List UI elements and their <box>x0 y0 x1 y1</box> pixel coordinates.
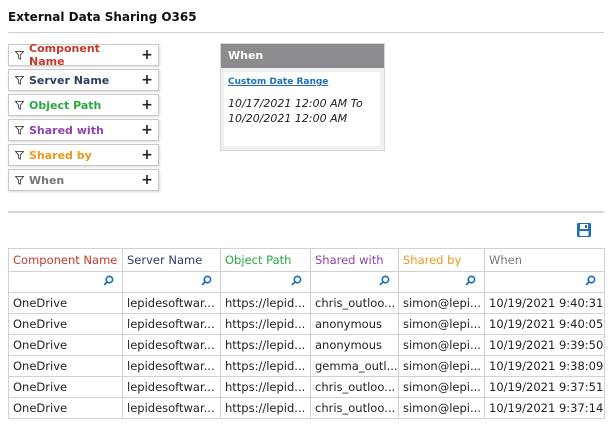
add-filter-button[interactable]: + <box>136 122 158 138</box>
add-filter-button[interactable]: + <box>136 97 158 113</box>
column-header-shared-with[interactable]: Shared with <box>310 248 399 272</box>
filter-label: Component Name <box>29 42 100 68</box>
table-header-row: Component Name Server Name Object Path S… <box>8 248 605 272</box>
cell-shared-by: simon@lepi... <box>398 334 485 356</box>
filter-label: When <box>29 173 65 187</box>
search-icon[interactable] <box>291 275 302 289</box>
save-icon[interactable] <box>576 222 592 238</box>
date-range-text: 10/17/2021 12:00 AM To 10/20/2021 12:00 … <box>228 96 363 126</box>
filter-when[interactable]: When + <box>8 169 159 191</box>
funnel-icon <box>9 150 29 160</box>
filter-shared-by[interactable]: Shared by + <box>8 144 159 166</box>
filter-shared-with[interactable]: Shared with + <box>8 119 159 141</box>
column-search-cell[interactable] <box>122 271 221 293</box>
cell-component-name: OneDrive <box>8 292 123 314</box>
funnel-icon <box>9 75 29 85</box>
date-range-start: 10/17/2021 12:00 AM To <box>228 97 363 110</box>
when-panel-body: Custom Date Range 10/17/2021 12:00 AM To… <box>224 72 380 146</box>
filter-server-name[interactable]: Server Name + <box>8 69 159 91</box>
funnel-icon <box>9 50 29 60</box>
cell-when: 10/19/2021 9:39:50 <box>484 334 605 356</box>
when-panel-title: When <box>221 44 384 68</box>
table-row[interactable]: OneDrive lepidesoftwar... https://lepid.… <box>8 334 605 356</box>
column-header-server-name[interactable]: Server Name <box>122 248 221 272</box>
funnel-icon <box>9 175 29 185</box>
cell-shared-with: chris_outloo... <box>310 397 399 419</box>
table-row[interactable]: OneDrive lepidesoftwar... https://lepid.… <box>8 292 605 314</box>
column-search-cell[interactable] <box>484 271 605 293</box>
cell-shared-with: anonymous <box>310 334 399 356</box>
cell-when: 10/19/2021 9:38:09 <box>484 355 605 377</box>
cell-object-path: https://lepid... <box>220 313 311 335</box>
cell-shared-with: gemma_outl... <box>310 355 399 377</box>
column-search-row <box>8 271 605 293</box>
cell-when: 10/19/2021 9:37:14 <box>484 397 605 419</box>
table-row[interactable]: OneDrive lepidesoftwar... https://lepid.… <box>8 397 605 419</box>
cell-component-name: OneDrive <box>8 355 123 377</box>
filter-component-name[interactable]: Component Name + <box>8 42 159 68</box>
column-header-shared-by[interactable]: Shared by <box>398 248 485 272</box>
cell-when: 10/19/2021 9:37:51 <box>484 376 605 398</box>
cell-component-name: OneDrive <box>8 397 123 419</box>
funnel-icon <box>9 125 29 135</box>
cell-shared-by: simon@lepi... <box>398 292 485 314</box>
search-icon[interactable] <box>465 275 476 289</box>
column-search-cell[interactable] <box>398 271 485 293</box>
column-search-cell[interactable] <box>310 271 399 293</box>
funnel-icon <box>9 100 29 110</box>
column-header-object-path[interactable]: Object Path <box>220 248 311 272</box>
filter-label: Shared by <box>29 148 92 162</box>
search-icon[interactable] <box>201 275 212 289</box>
column-header-when[interactable]: When <box>484 248 605 272</box>
cell-component-name: OneDrive <box>8 376 123 398</box>
cell-component-name: OneDrive <box>8 313 123 335</box>
search-icon[interactable] <box>103 275 114 289</box>
cell-when: 10/19/2021 9:40:31 <box>484 292 605 314</box>
cell-shared-with: anonymous <box>310 313 399 335</box>
filter-object-path[interactable]: Object Path + <box>8 94 159 116</box>
add-filter-button[interactable]: + <box>136 72 158 88</box>
filter-list: Component Name + Server Name + Object Pa… <box>8 42 159 194</box>
cell-component-name: OneDrive <box>8 334 123 356</box>
cell-object-path: https://lepid... <box>220 376 311 398</box>
cell-server-name: lepidesoftwar... <box>122 397 221 419</box>
column-search-cell[interactable] <box>8 271 123 293</box>
filter-label: Server Name <box>29 73 110 87</box>
table-row[interactable]: OneDrive lepidesoftwar... https://lepid.… <box>8 313 605 335</box>
add-filter-button[interactable]: + <box>136 172 158 188</box>
cell-object-path: https://lepid... <box>220 355 311 377</box>
cell-shared-by: simon@lepi... <box>398 376 485 398</box>
filter-label: Shared with <box>29 123 104 137</box>
cell-shared-by: simon@lepi... <box>398 397 485 419</box>
cell-object-path: https://lepid... <box>220 334 311 356</box>
cell-when: 10/19/2021 9:40:05 <box>484 313 605 335</box>
add-filter-button[interactable]: + <box>136 47 158 63</box>
table-row[interactable]: OneDrive lepidesoftwar... https://lepid.… <box>8 355 605 377</box>
cell-server-name: lepidesoftwar... <box>122 292 221 314</box>
cell-shared-by: simon@lepi... <box>398 313 485 335</box>
cell-server-name: lepidesoftwar... <box>122 334 221 356</box>
custom-date-range-link[interactable]: Custom Date Range <box>228 77 328 87</box>
page-title: External Data Sharing O365 <box>8 10 197 24</box>
filter-label: Object Path <box>29 98 102 112</box>
results-table: Component Name Server Name Object Path S… <box>8 248 605 419</box>
cell-server-name: lepidesoftwar... <box>122 313 221 335</box>
title-divider <box>8 32 604 33</box>
cell-shared-by: simon@lepi... <box>398 355 485 377</box>
search-icon[interactable] <box>585 275 596 289</box>
when-panel: When Custom Date Range 10/17/2021 12:00 … <box>220 43 385 151</box>
cell-server-name: lepidesoftwar... <box>122 355 221 377</box>
table-row[interactable]: OneDrive lepidesoftwar... https://lepid.… <box>8 376 605 398</box>
date-range-end: 10/20/2021 12:00 AM <box>228 112 348 125</box>
cell-server-name: lepidesoftwar... <box>122 376 221 398</box>
column-header-component-name[interactable]: Component Name <box>8 248 123 272</box>
cell-object-path: https://lepid... <box>220 292 311 314</box>
add-filter-button[interactable]: + <box>136 147 158 163</box>
column-search-cell[interactable] <box>220 271 311 293</box>
search-icon[interactable] <box>379 275 390 289</box>
section-divider <box>8 211 604 213</box>
cell-shared-with: chris_outloo... <box>310 376 399 398</box>
cell-object-path: https://lepid... <box>220 397 311 419</box>
cell-shared-with: chris_outloo... <box>310 292 399 314</box>
